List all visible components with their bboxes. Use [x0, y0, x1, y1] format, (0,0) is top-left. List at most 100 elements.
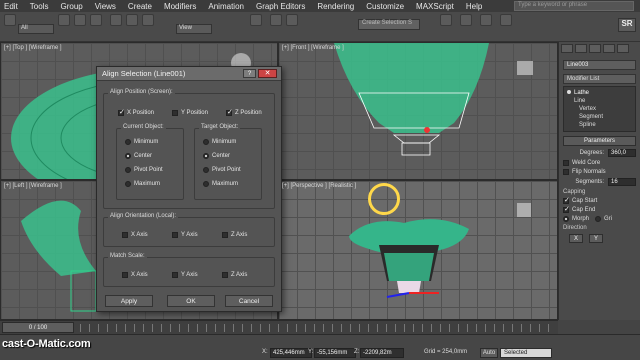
- scale-z-option[interactable]: Z Axis: [222, 272, 247, 278]
- render-icon[interactable]: [500, 14, 512, 26]
- direction-y-button[interactable]: Y: [589, 234, 603, 243]
- scale-y-option[interactable]: Y Axis: [172, 272, 198, 278]
- move-icon[interactable]: [110, 14, 122, 26]
- weld-core-row[interactable]: Weld Core: [563, 160, 636, 166]
- viewport-perspective-label[interactable]: [+] [Perspective ] [Realistic ]: [282, 183, 356, 189]
- scale-x-option[interactable]: X Axis: [122, 272, 148, 278]
- cap-end-row[interactable]: Cap End: [563, 205, 636, 213]
- orient-z-checkbox[interactable]: [222, 232, 228, 238]
- weld-core-checkbox[interactable]: [563, 160, 569, 166]
- apply-button[interactable]: Apply: [105, 295, 153, 307]
- menu-create[interactable]: Create: [128, 2, 152, 11]
- track-bar[interactable]: [80, 324, 550, 332]
- viewport-left-label[interactable]: [+] [Left ] [Wireframe ]: [4, 183, 62, 189]
- render-frame-icon[interactable]: [480, 14, 492, 26]
- select-object-icon[interactable]: [58, 14, 70, 26]
- current-maximum-radio[interactable]: [125, 181, 131, 187]
- target-maximum-radio[interactable]: [203, 181, 209, 187]
- cancel-button[interactable]: Cancel: [225, 295, 273, 307]
- cap-start-row[interactable]: Cap Start: [563, 196, 636, 204]
- menu-group[interactable]: Group: [60, 2, 82, 11]
- auto-key-button[interactable]: Auto: [480, 348, 498, 358]
- named-selection-set-dropdown[interactable]: Create Selection S: [358, 19, 420, 30]
- menu-tools[interactable]: Tools: [30, 2, 49, 11]
- selection-filter-dropdown[interactable]: All: [18, 24, 54, 34]
- sr-button[interactable]: SR: [618, 18, 636, 32]
- key-filter-dropdown[interactable]: Selected: [500, 348, 552, 358]
- y-coord-field[interactable]: -55,156mm: [314, 348, 356, 358]
- current-minimum-radio[interactable]: [125, 139, 131, 145]
- select-by-name-icon[interactable]: [74, 14, 86, 26]
- current-maximum-option[interactable]: Maximum: [125, 181, 160, 187]
- x-position-option[interactable]: X Position: [118, 108, 154, 116]
- menu-graph-editors[interactable]: Graph Editors: [256, 2, 305, 11]
- y-position-checkbox[interactable]: [172, 110, 178, 116]
- z-position-option[interactable]: Z Position: [226, 108, 262, 116]
- menu-help[interactable]: Help: [466, 2, 482, 11]
- target-minimum-radio[interactable]: [203, 139, 209, 145]
- z-coord-field[interactable]: -2209,82m: [360, 348, 404, 358]
- flip-normals-row[interactable]: Flip Normals: [563, 169, 636, 175]
- viewport-top-label[interactable]: [+] [Top ] [Wireframe ]: [4, 45, 62, 51]
- orient-y-checkbox[interactable]: [172, 232, 178, 238]
- flip-normals-checkbox[interactable]: [563, 169, 569, 175]
- scale-x-checkbox[interactable]: [122, 272, 128, 278]
- menu-edit[interactable]: Edit: [4, 2, 18, 11]
- stack-item-lathe[interactable]: Lathe: [567, 89, 632, 97]
- stack-item-segment[interactable]: Segment: [567, 113, 632, 121]
- render-setup-icon[interactable]: [460, 14, 472, 26]
- target-pivot-radio[interactable]: [203, 167, 209, 173]
- menu-animation[interactable]: Animation: [208, 2, 244, 11]
- help-button[interactable]: ?: [243, 69, 256, 78]
- current-pivot-radio[interactable]: [125, 167, 131, 173]
- menu-rendering[interactable]: Rendering: [317, 2, 354, 11]
- mirror-icon[interactable]: [270, 14, 282, 26]
- create-tab-icon[interactable]: [561, 44, 573, 53]
- ok-button[interactable]: OK: [167, 295, 215, 307]
- orient-x-option[interactable]: X Axis: [122, 232, 148, 238]
- help-search-input[interactable]: Type a keyword or phrase: [514, 1, 634, 11]
- parameters-rollout[interactable]: Parameters: [563, 136, 636, 146]
- orient-y-option[interactable]: Y Axis: [172, 232, 198, 238]
- reference-coordinate-dropdown[interactable]: View: [176, 24, 212, 34]
- cap-start-checkbox[interactable]: [563, 196, 570, 204]
- morph-radio[interactable]: [563, 216, 569, 222]
- segments-spinner[interactable]: 16: [608, 178, 636, 186]
- menu-customize[interactable]: Customize: [366, 2, 404, 11]
- rotate-icon[interactable]: [126, 14, 138, 26]
- rectangular-selection-icon[interactable]: [90, 14, 102, 26]
- z-position-checkbox[interactable]: [226, 108, 233, 116]
- hierarchy-tab-icon[interactable]: [589, 44, 601, 53]
- time-slider[interactable]: 0 / 100: [2, 322, 74, 333]
- direction-x-button[interactable]: X: [569, 234, 583, 243]
- y-position-option[interactable]: Y Position: [172, 110, 208, 116]
- scale-icon[interactable]: [142, 14, 154, 26]
- orient-x-checkbox[interactable]: [122, 232, 128, 238]
- viewport-perspective[interactable]: [+] [Perspective ] [Realistic ]: [278, 180, 558, 320]
- orient-z-option[interactable]: Z Axis: [222, 232, 247, 238]
- object-name-field[interactable]: Line003: [563, 60, 636, 70]
- menu-modifiers[interactable]: Modifiers: [164, 2, 196, 11]
- cap-end-checkbox[interactable]: [563, 205, 570, 213]
- stack-item-spline[interactable]: Spline: [567, 121, 632, 129]
- x-position-checkbox[interactable]: [118, 108, 125, 116]
- display-tab-icon[interactable]: [617, 44, 629, 53]
- target-maximum-option[interactable]: Maximum: [203, 181, 238, 187]
- current-center-radio[interactable]: [125, 153, 131, 159]
- target-center-option[interactable]: Center: [203, 153, 230, 159]
- degrees-spinner[interactable]: 360,0: [608, 149, 636, 157]
- menu-maxscript[interactable]: MAXScript: [416, 2, 454, 11]
- x-coord-field[interactable]: 425,446mm: [270, 348, 312, 358]
- current-pivot-option[interactable]: Pivot Point: [125, 167, 163, 173]
- scale-y-checkbox[interactable]: [172, 272, 178, 278]
- menu-views[interactable]: Views: [95, 2, 116, 11]
- align-icon[interactable]: [286, 14, 298, 26]
- bulb-icon[interactable]: [567, 90, 571, 94]
- target-minimum-option[interactable]: Minimum: [203, 139, 236, 145]
- motion-tab-icon[interactable]: [603, 44, 615, 53]
- target-pivot-option[interactable]: Pivot Point: [203, 167, 241, 173]
- close-icon[interactable]: ✕: [258, 69, 277, 78]
- viewport-front-label[interactable]: [+] [Front ] [Wireframe ]: [282, 45, 344, 51]
- material-editor-icon[interactable]: [440, 14, 452, 26]
- modify-tab-icon[interactable]: [575, 44, 587, 53]
